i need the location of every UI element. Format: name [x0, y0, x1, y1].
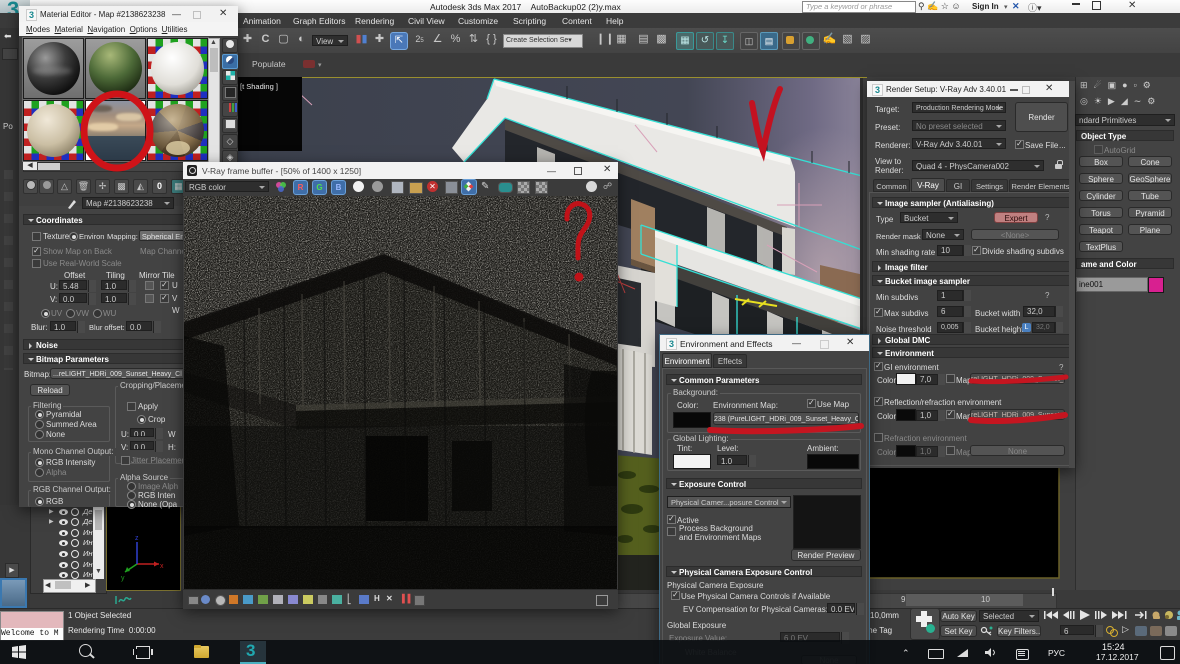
svg-text:y: y [121, 575, 125, 582]
svg-text:x: x [160, 563, 164, 570]
svg-text:z: z [135, 535, 139, 542]
